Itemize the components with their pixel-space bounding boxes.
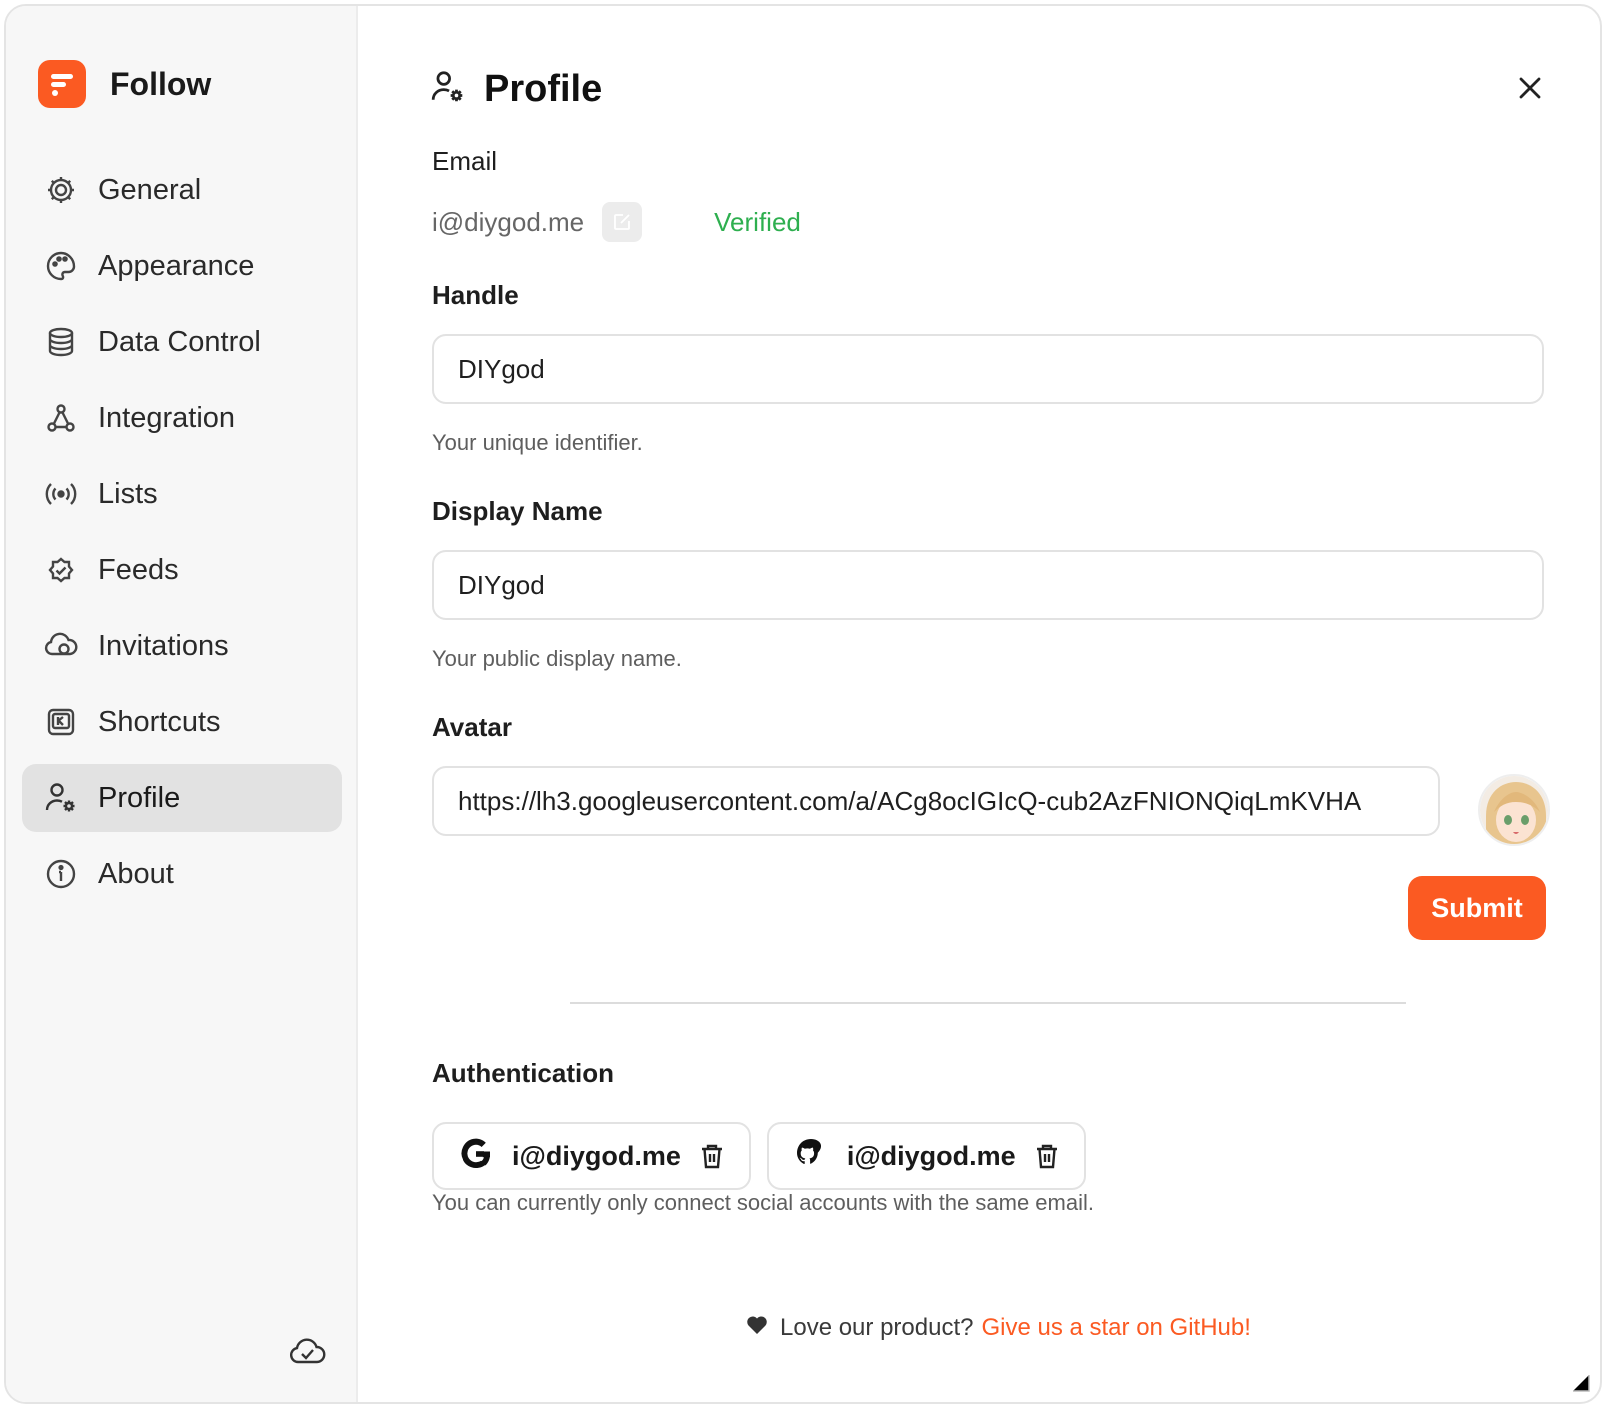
cloud-sync-icon[interactable] — [288, 1336, 326, 1366]
avatar-label: Avatar — [432, 712, 512, 742]
sidebar-item-profile[interactable]: Profile — [22, 764, 342, 832]
verified-status: Verified — [714, 206, 801, 237]
keyboard-icon — [44, 705, 78, 739]
email-label: Email — [432, 146, 498, 176]
sidebar-item-shortcuts[interactable]: Shortcuts — [22, 688, 342, 756]
resize-handle-icon[interactable] — [1572, 1374, 1590, 1392]
invitation-icon — [44, 629, 78, 663]
google-account-chip: i@diygod.me — [432, 1122, 751, 1190]
display-name-help-text: Your public display name. — [432, 646, 682, 671]
display-name-label: Display Name — [432, 496, 603, 526]
sidebar-item-lists[interactable]: Lists — [22, 460, 342, 528]
authentication-help-text: You can currently only connect social ac… — [432, 1190, 1094, 1215]
follow-logo-icon — [38, 60, 86, 108]
palette-icon — [44, 249, 78, 283]
sidebar-item-label: Appearance — [98, 249, 255, 282]
sidebar-item-label: About — [98, 857, 174, 890]
settings-window: Follow General Appearance Data Control I… — [4, 4, 1602, 1404]
sidebar-item-integration[interactable]: Integration — [22, 384, 342, 452]
sidebar-item-label: Shortcuts — [98, 705, 221, 738]
auth-accounts: i@diygod.me i@diygod.me — [432, 1122, 1102, 1190]
github-icon — [793, 1136, 829, 1177]
heart-icon — [746, 1314, 768, 1342]
sidebar-item-feeds[interactable]: Feeds — [22, 536, 342, 604]
sidebar-item-general[interactable]: General — [22, 156, 342, 224]
sidebar-item-label: Profile — [98, 781, 181, 814]
email-value: i@diygod.me — [432, 206, 585, 237]
sidebar-item-label: Feeds — [98, 553, 179, 586]
trash-icon[interactable] — [699, 1142, 725, 1170]
verified-badge-icon — [44, 553, 78, 587]
brand: Follow — [38, 60, 211, 108]
trash-icon[interactable] — [1034, 1142, 1060, 1170]
footer: Love our product? Give us a star on GitH… — [746, 1314, 1251, 1342]
page-title: Profile — [484, 68, 603, 110]
database-icon — [44, 325, 78, 359]
info-icon — [44, 857, 78, 891]
sidebar-item-label: General — [98, 173, 202, 206]
display-name-input[interactable] — [432, 550, 1544, 620]
submit-button[interactable]: Submit — [1408, 876, 1546, 940]
sidebar-item-label: Lists — [98, 477, 158, 510]
edit-email-button[interactable] — [602, 202, 643, 242]
github-account-chip: i@diygod.me — [766, 1122, 1086, 1190]
page-header: Profile — [430, 68, 602, 111]
handle-label: Handle — [432, 280, 519, 310]
integration-icon — [44, 401, 78, 435]
footer-text: Love our product? — [780, 1314, 974, 1341]
sidebar-item-invitations[interactable]: Invitations — [22, 612, 342, 680]
main-content: Profile Email i@diygod.me Verified Handl… — [358, 6, 1600, 1402]
github-account-email: i@diygod.me — [846, 1140, 1016, 1171]
sidebar-item-label: Invitations — [98, 629, 229, 662]
sidebar-item-data-control[interactable]: Data Control — [22, 308, 342, 376]
close-icon[interactable] — [1512, 70, 1548, 106]
sidebar-item-label: Data Control — [98, 325, 261, 358]
sidebar: Follow General Appearance Data Control I… — [6, 6, 358, 1402]
google-icon — [458, 1136, 494, 1177]
sidebar-item-about[interactable]: About — [22, 840, 342, 908]
app-name: Follow — [110, 65, 212, 102]
authentication-label: Authentication — [432, 1058, 614, 1088]
handle-input[interactable] — [432, 334, 1544, 404]
github-star-link[interactable]: Give us a star on GitHub! — [981, 1314, 1250, 1342]
avatar-url-input[interactable] — [432, 766, 1440, 836]
google-account-email: i@diygod.me — [512, 1140, 681, 1171]
email-row: i@diygod.me Verified — [432, 202, 801, 242]
divider — [570, 1002, 1406, 1004]
sidebar-item-label: Integration — [98, 401, 236, 434]
user-settings-icon — [44, 781, 78, 815]
user-settings-icon — [430, 68, 466, 111]
broadcast-icon — [44, 477, 78, 511]
handle-help-text: Your unique identifier. — [432, 430, 643, 455]
sidebar-item-appearance[interactable]: Appearance — [22, 232, 342, 300]
avatar — [1478, 774, 1550, 846]
gear-icon — [44, 173, 78, 207]
sidebar-nav: General Appearance Data Control Integrat… — [22, 156, 342, 916]
